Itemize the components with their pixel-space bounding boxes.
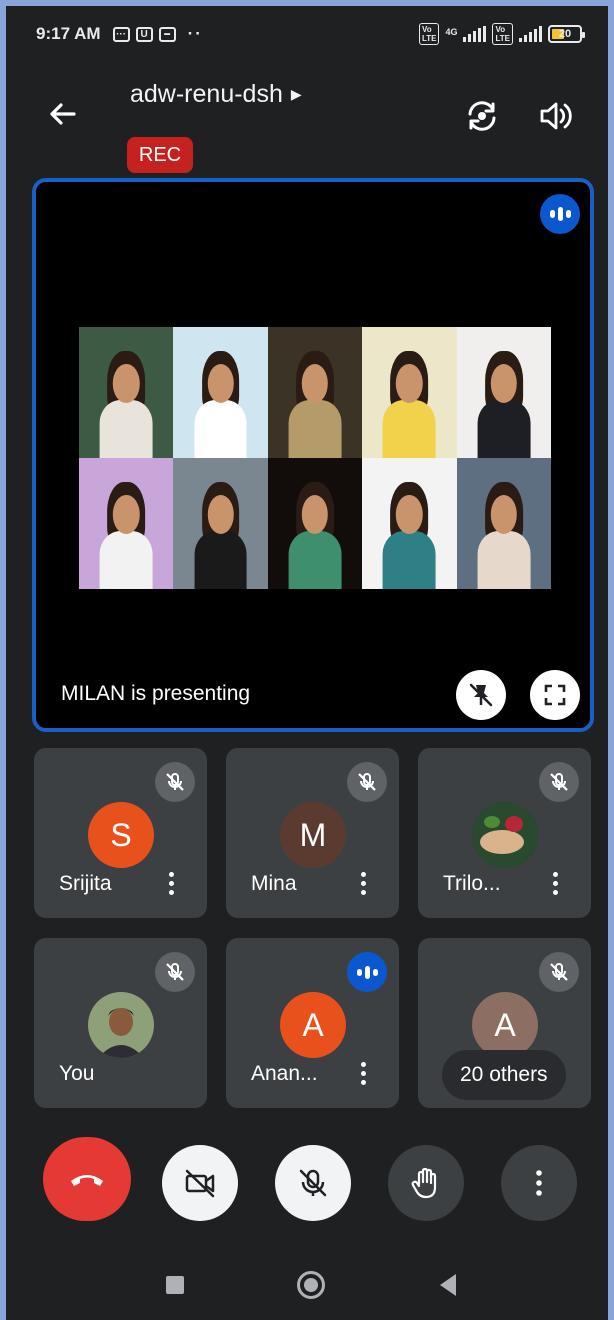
circle-icon bbox=[304, 1278, 318, 1292]
u-notification-icon: U bbox=[135, 26, 153, 42]
more-vertical-icon[interactable] bbox=[350, 1056, 376, 1090]
person-body bbox=[288, 400, 342, 458]
shared-image-cell bbox=[173, 327, 268, 458]
flip-camera-button[interactable] bbox=[462, 96, 502, 136]
avatar: A bbox=[280, 992, 346, 1058]
network-4g-label: 4G bbox=[445, 27, 458, 37]
person-body bbox=[477, 400, 531, 458]
person-body bbox=[382, 400, 436, 458]
fullscreen-button[interactable] bbox=[530, 670, 580, 720]
participant-tile-self[interactable]: You bbox=[34, 938, 207, 1108]
avatar-photo bbox=[88, 992, 154, 1058]
more-vertical-icon[interactable] bbox=[542, 866, 568, 900]
meeting-title[interactable]: adw-renu-dsh ▶ bbox=[130, 80, 302, 109]
speaker-button[interactable] bbox=[536, 96, 576, 136]
mic-off-icon bbox=[539, 952, 579, 992]
signal-bars-icon-2 bbox=[519, 26, 542, 42]
shared-screen-content bbox=[79, 327, 551, 589]
shared-image-cell bbox=[456, 327, 551, 458]
participant-name: You bbox=[59, 1062, 95, 1085]
paytm-notification-icon: ▬ bbox=[158, 26, 176, 42]
person-body bbox=[194, 400, 248, 458]
flip-camera-icon bbox=[468, 101, 496, 131]
avatar: A bbox=[472, 992, 538, 1058]
avatar-photo bbox=[472, 802, 538, 868]
shared-image-cell bbox=[267, 327, 363, 458]
nav-home-button[interactable] bbox=[297, 1271, 325, 1299]
message-notification-icon: ··· bbox=[112, 26, 130, 42]
participant-tile[interactable]: S Srijita bbox=[34, 748, 207, 918]
person-body bbox=[194, 531, 248, 589]
avatar: M bbox=[280, 802, 346, 868]
audio-level-icon bbox=[347, 952, 387, 992]
more-vertical-icon bbox=[536, 1170, 542, 1196]
mic-off-icon bbox=[155, 762, 195, 802]
shared-image-cell bbox=[362, 327, 457, 458]
battery-level: 20 bbox=[558, 28, 572, 40]
participant-name: Mina bbox=[251, 872, 297, 895]
shared-image-cell bbox=[267, 458, 363, 589]
participant-tile[interactable]: A Anan... bbox=[226, 938, 399, 1108]
status-right: Vo LTE 4G Vo LTE 20 bbox=[418, 23, 585, 45]
presentation-tile[interactable]: MILAN is presenting bbox=[32, 178, 594, 732]
participant-name: Trilo... bbox=[443, 872, 501, 895]
raise-hand-button[interactable] bbox=[388, 1145, 464, 1221]
presenter-label: MILAN is presenting bbox=[61, 682, 251, 705]
shared-image-cell bbox=[456, 458, 551, 589]
fullscreen-icon bbox=[544, 684, 566, 706]
person-body bbox=[382, 531, 436, 589]
status-bar: 9:17 AM ··· U ▬ ·· Vo LTE 4G Vo LTE 20 bbox=[6, 6, 608, 62]
person-body bbox=[99, 400, 153, 458]
volte-icon: Vo LTE bbox=[418, 23, 440, 45]
avatar: S bbox=[88, 802, 154, 868]
shared-image-cell bbox=[79, 327, 174, 458]
mic-off-icon bbox=[299, 1169, 327, 1197]
meeting-code: adw-renu-dsh bbox=[130, 80, 283, 108]
status-time: 9:17 AM bbox=[36, 24, 101, 43]
shared-image-cell bbox=[362, 458, 457, 589]
more-vertical-icon[interactable] bbox=[158, 866, 184, 900]
participant-tile[interactable]: Trilo... bbox=[418, 748, 591, 918]
speaker-icon bbox=[540, 102, 572, 130]
camera-toggle-button[interactable] bbox=[162, 1145, 238, 1221]
participant-tile-others[interactable]: A Ar 20 others bbox=[418, 938, 591, 1108]
shared-image-cell bbox=[173, 458, 268, 589]
end-call-button[interactable] bbox=[43, 1137, 131, 1221]
person-body bbox=[99, 531, 153, 589]
recording-badge: REC bbox=[127, 137, 193, 173]
person-body bbox=[288, 531, 342, 589]
nav-back-button[interactable] bbox=[440, 1274, 456, 1296]
caret-right-icon: ▶ bbox=[290, 86, 302, 102]
participant-name: Anan... bbox=[251, 1062, 318, 1085]
camera-off-icon bbox=[185, 1169, 215, 1198]
battery-icon: 20 bbox=[548, 25, 585, 43]
mic-off-icon bbox=[539, 762, 579, 802]
unpin-button[interactable] bbox=[456, 670, 506, 720]
phone-hangup-icon bbox=[71, 1175, 103, 1186]
hand-icon bbox=[411, 1167, 437, 1199]
phone-screen: 9:17 AM ··· U ▬ ·· Vo LTE 4G Vo LTE 20 adw… bbox=[6, 6, 608, 1320]
mic-toggle-button[interactable] bbox=[275, 1145, 351, 1221]
nav-recents-button[interactable] bbox=[166, 1276, 184, 1294]
participant-tile[interactable]: M Mina bbox=[226, 748, 399, 918]
back-button[interactable] bbox=[44, 96, 80, 132]
volte-icon-2: Vo LTE bbox=[492, 23, 513, 45]
signal-bars-icon bbox=[463, 26, 487, 42]
person-body bbox=[477, 531, 531, 589]
unpin-icon bbox=[469, 683, 493, 707]
mic-off-icon bbox=[155, 952, 195, 992]
more-options-button[interactable] bbox=[501, 1145, 577, 1221]
audio-level-icon bbox=[540, 194, 580, 234]
more-notifications-icon: ·· bbox=[187, 24, 203, 43]
shared-image-cell bbox=[79, 458, 174, 589]
more-vertical-icon[interactable] bbox=[350, 866, 376, 900]
mic-off-icon bbox=[347, 762, 387, 802]
participant-name: Srijita bbox=[59, 872, 112, 895]
arrow-left-icon bbox=[50, 103, 76, 125]
others-count-chip[interactable]: 20 others bbox=[442, 1050, 566, 1100]
